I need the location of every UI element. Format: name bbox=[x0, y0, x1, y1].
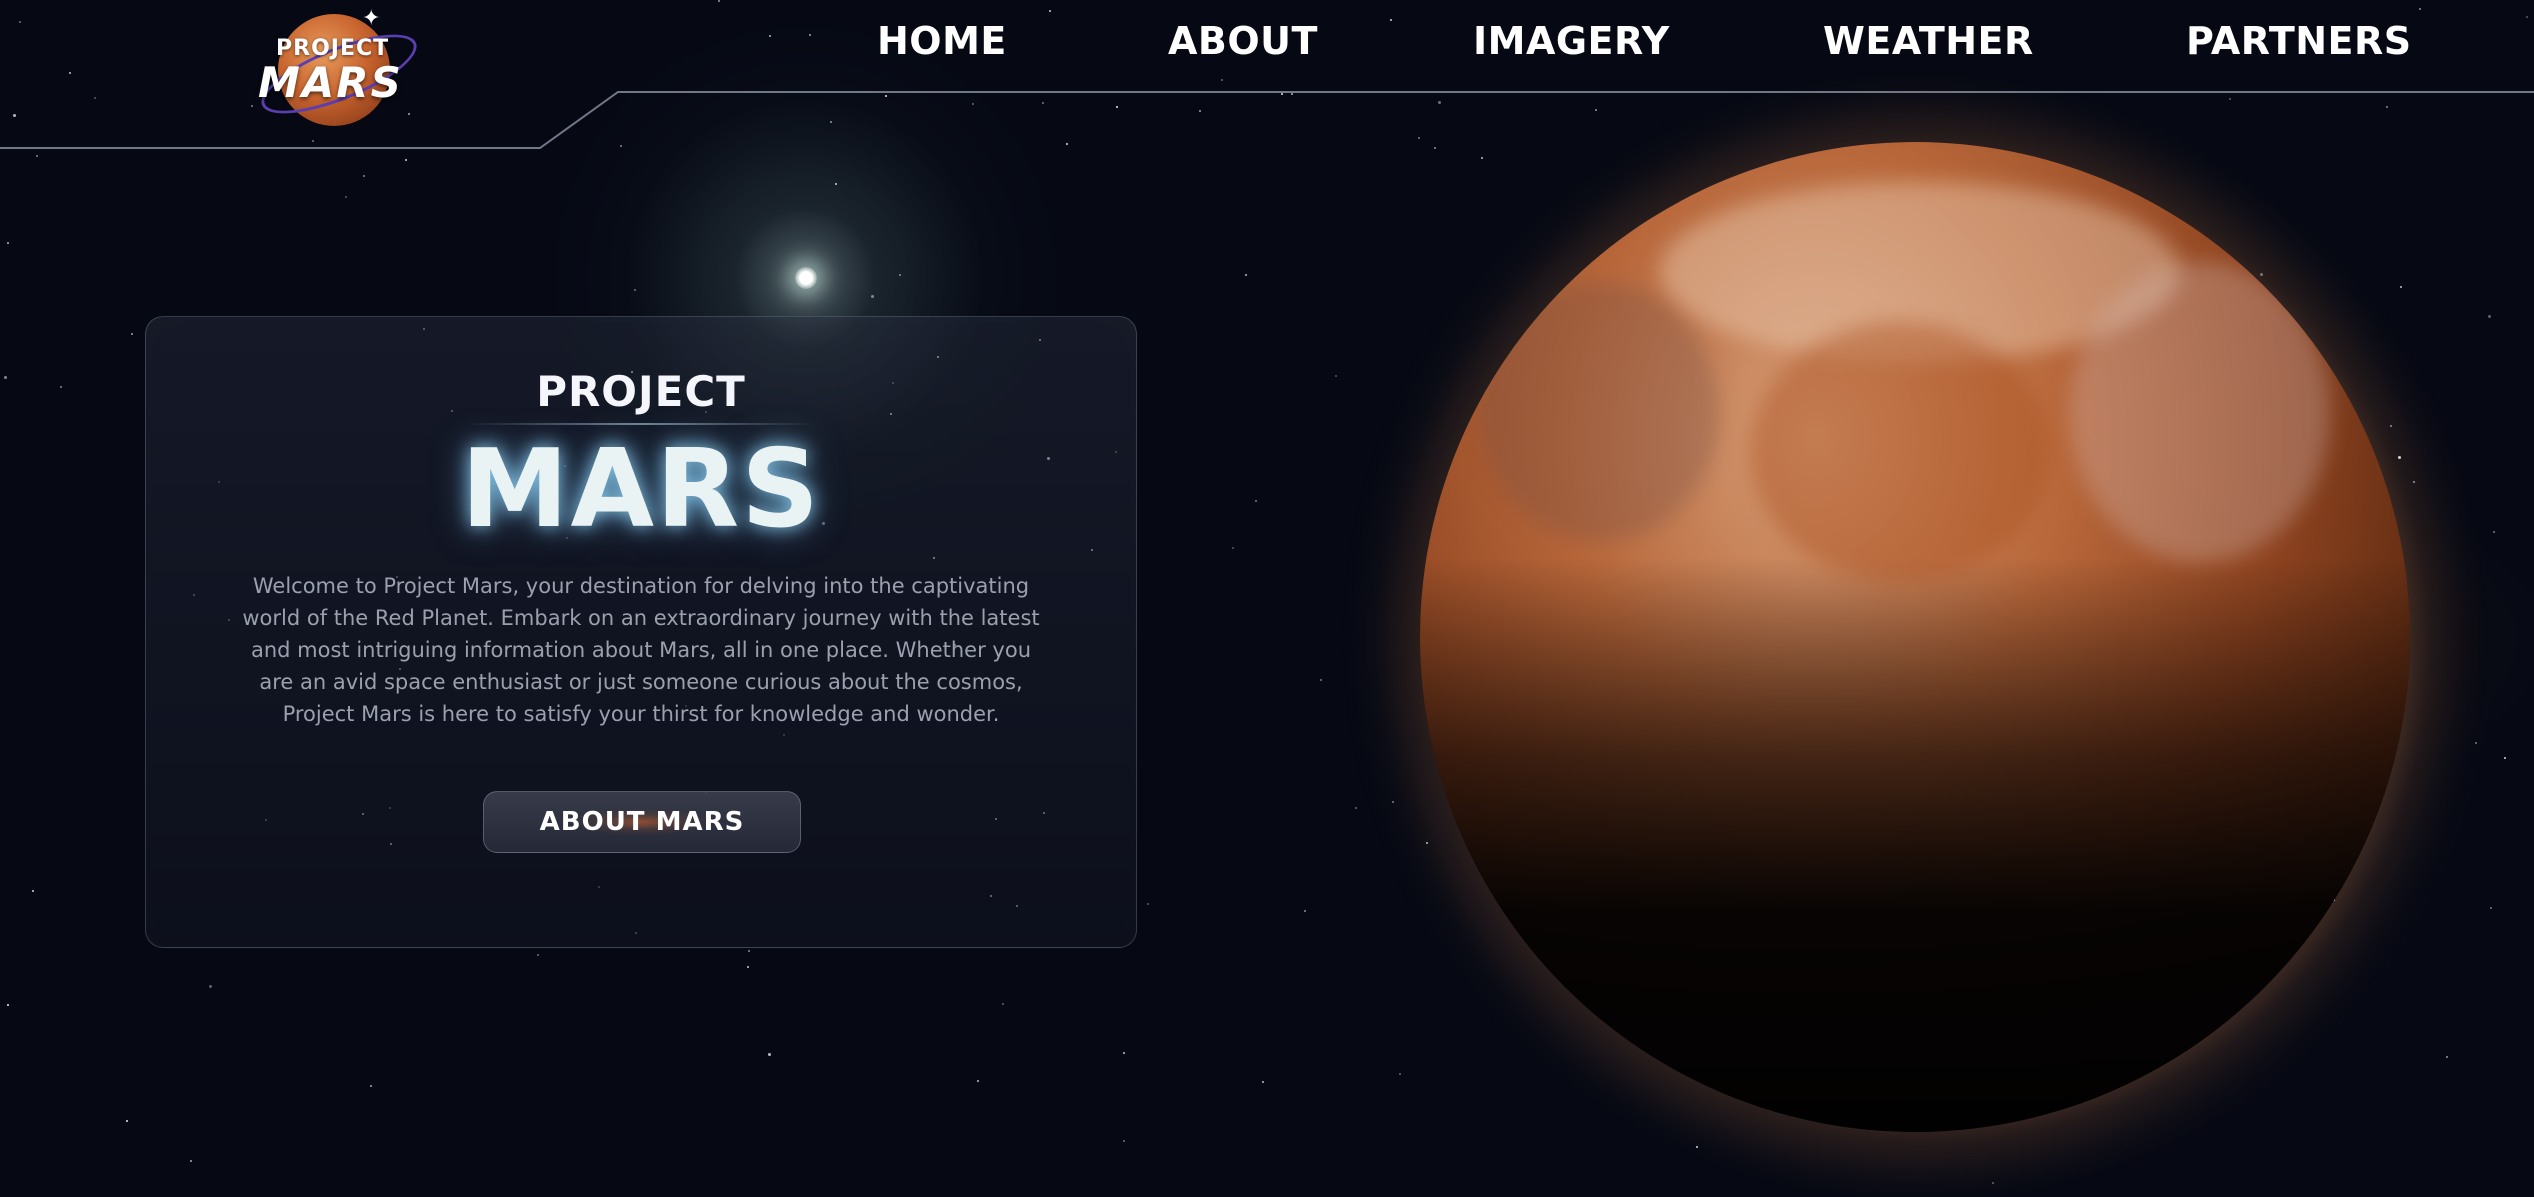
star bbox=[1335, 375, 1337, 377]
star bbox=[126, 1120, 128, 1122]
star bbox=[131, 333, 133, 335]
star bbox=[1304, 910, 1306, 912]
star bbox=[899, 274, 901, 276]
planet-light-region bbox=[2070, 262, 2330, 562]
hero-description: Welcome to Project Mars, your destinatio… bbox=[242, 574, 1040, 726]
planet-canyon-region bbox=[1750, 322, 2050, 582]
nav-weather[interactable]: WEATHER bbox=[1823, 16, 2034, 66]
star bbox=[747, 966, 749, 968]
star bbox=[1123, 1140, 1125, 1142]
star bbox=[835, 183, 837, 185]
logo-text-mars: MARS bbox=[258, 58, 403, 107]
star bbox=[2493, 531, 2495, 533]
hero-title-mars: MARS bbox=[460, 427, 821, 552]
star bbox=[4, 376, 7, 379]
logo[interactable]: ✦ PROJECT MARS bbox=[250, 6, 426, 130]
star bbox=[7, 242, 9, 244]
star bbox=[60, 386, 62, 388]
sparkle-icon: ✦ bbox=[362, 6, 381, 31]
nav-partners[interactable]: PARTNERS bbox=[2186, 16, 2412, 66]
star bbox=[363, 175, 365, 177]
star bbox=[190, 1160, 192, 1162]
star bbox=[1355, 807, 1357, 809]
hero-card: PROJECT MARS Welcome to Project Mars, yo… bbox=[145, 316, 1137, 948]
star bbox=[1262, 1081, 1264, 1083]
star bbox=[2488, 315, 2491, 318]
star bbox=[748, 950, 750, 952]
star bbox=[209, 985, 212, 988]
star bbox=[2446, 1056, 2448, 1058]
star bbox=[32, 890, 34, 892]
planet-dark-region bbox=[1480, 282, 1720, 542]
star bbox=[1147, 903, 1149, 905]
nav-about[interactable]: ABOUT bbox=[1168, 16, 1318, 66]
star bbox=[871, 295, 874, 298]
star bbox=[1245, 274, 1247, 276]
star bbox=[1123, 1052, 1125, 1054]
star bbox=[370, 1085, 372, 1087]
star bbox=[634, 289, 636, 291]
hero-title-project: PROJECT bbox=[536, 367, 746, 416]
about-mars-button[interactable]: ABOUT MARS bbox=[483, 791, 801, 853]
nav-home[interactable]: HOME bbox=[877, 16, 1007, 66]
star bbox=[768, 1053, 771, 1056]
star bbox=[1002, 1003, 1004, 1005]
star bbox=[2490, 907, 2492, 909]
star bbox=[7, 1004, 9, 1006]
nav-imagery[interactable]: IMAGERY bbox=[1473, 16, 1670, 66]
star bbox=[345, 196, 347, 198]
star bbox=[1255, 500, 1257, 502]
star bbox=[2400, 286, 2402, 288]
star bbox=[537, 954, 539, 956]
page: ✦ PROJECT MARS HOME ABOUT IMAGERY WEATHE… bbox=[0, 0, 2534, 1197]
star bbox=[2504, 757, 2506, 759]
star bbox=[977, 1080, 979, 1082]
star bbox=[1399, 1073, 1401, 1075]
star bbox=[1320, 679, 1322, 681]
mars-planet-image bbox=[1420, 142, 2410, 1132]
distant-sun bbox=[795, 267, 817, 289]
star bbox=[1232, 547, 1234, 549]
